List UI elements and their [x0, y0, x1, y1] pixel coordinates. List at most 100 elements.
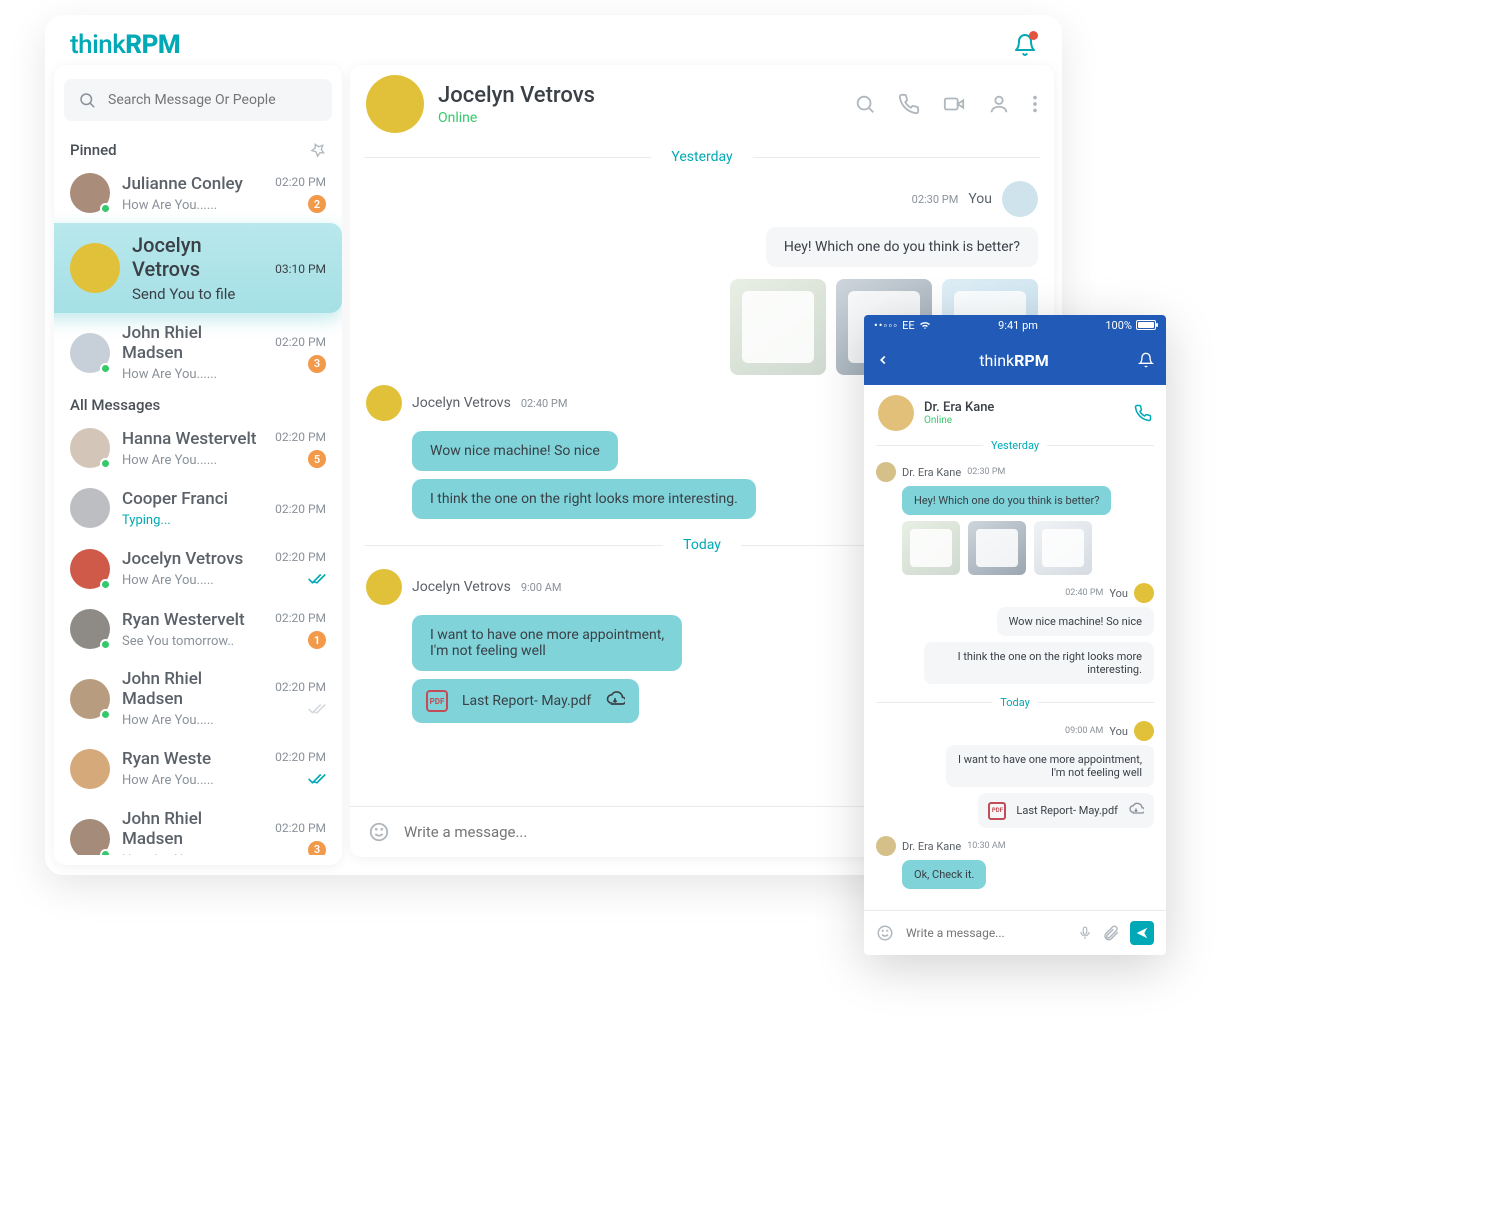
date-divider: Yesterday — [350, 143, 1054, 171]
message-bubble: I think the one on the right looks more … — [924, 642, 1154, 684]
image-attachments — [902, 521, 1154, 575]
sidebar: Pinned Julianne Conley How Are You......… — [54, 65, 342, 865]
conversation-item[interactable]: Ryan Weste How Are You..... 02:20 PM — [54, 738, 342, 799]
avatar-small — [1134, 721, 1154, 741]
mobile-contact-header: Dr. Era Kane Online — [864, 385, 1166, 435]
pinned-list: Julianne Conley How Are You...... 02:20 … — [54, 163, 342, 380]
contact-status: Online — [924, 415, 994, 426]
sender-name: Jocelyn Vetrovs — [412, 395, 511, 411]
unread-badge: 2 — [308, 195, 326, 213]
mobile-preview: ••◦◦◦ EE 9:41 pm 100% thinkRPM Dr. Era K… — [864, 315, 1166, 955]
message-bubble: I want to have one more appointment, I'm… — [412, 615, 682, 671]
profile-button[interactable] — [988, 93, 1010, 115]
avatar-small — [876, 462, 896, 482]
avatar — [70, 428, 110, 468]
notifications-button[interactable] — [1013, 33, 1037, 57]
read-check-icon — [308, 770, 326, 789]
battery-label: 100% — [1105, 319, 1132, 332]
pin-icon — [310, 142, 326, 158]
avatar-small — [1002, 181, 1038, 217]
image-thumbnail[interactable] — [902, 521, 960, 575]
image-thumbnail[interactable] — [730, 279, 826, 375]
presence-dot-icon — [100, 458, 111, 469]
chat-actions — [854, 93, 1038, 115]
voice-button[interactable] — [1078, 924, 1092, 942]
file-attachment[interactable]: PDF Last Report- May.pdf — [412, 679, 639, 723]
message-bubble: I think the one on the right looks more … — [412, 479, 756, 519]
search-input[interactable] — [106, 91, 318, 109]
read-check-icon — [308, 570, 326, 589]
search-box[interactable] — [64, 79, 332, 121]
carrier-label: EE — [902, 319, 915, 332]
sender-name: Dr. Era Kane — [902, 466, 961, 479]
attach-button[interactable] — [1102, 924, 1120, 942]
conversation-item[interactable]: John Rhiel Madsen How Are You...... 02:2… — [54, 799, 342, 855]
conversation-item[interactable]: John Rhiel Madsen How Are You...... 02:2… — [54, 313, 342, 380]
presence-dot-icon — [100, 203, 111, 214]
file-name: Last Report- May.pdf — [462, 693, 591, 709]
pdf-icon: PDF — [988, 802, 1006, 820]
mobile-message-input[interactable] — [904, 925, 1068, 941]
conversation-item-active[interactable]: Jocelyn Vetrovs Send You to file 03:10 P… — [54, 223, 342, 313]
message-bubble: I want to have one more appointment, I'm… — [946, 745, 1154, 787]
chat-contact-status: Online — [438, 110, 595, 126]
presence-dot-icon — [100, 639, 111, 650]
conversation-item[interactable]: Julianne Conley How Are You...... 02:20 … — [54, 163, 342, 223]
avatar-small — [876, 836, 896, 856]
mobile-notifications-button[interactable] — [1138, 352, 1154, 368]
presence-dot-icon — [100, 709, 111, 720]
conversation-item[interactable]: Ryan Westervelt See You tomorrow.. 02:20… — [54, 599, 342, 659]
emoji-button[interactable] — [876, 924, 894, 942]
sender-you-label: You — [1109, 587, 1128, 600]
signal-icon: ••◦◦◦ — [874, 319, 898, 332]
message-bubble: Hey! Which one do you think is better? — [766, 227, 1038, 267]
call-button[interactable] — [898, 93, 920, 115]
avatar — [70, 679, 110, 719]
back-button[interactable] — [876, 353, 890, 367]
mobile-statusbar: ••◦◦◦ EE 9:41 pm 100% — [864, 315, 1166, 335]
image-thumbnail[interactable] — [968, 521, 1026, 575]
chat-header: Jocelyn Vetrovs Online — [350, 65, 1054, 143]
conversation-item[interactable]: John Rhiel Madsen How Are You..... 02:20… — [54, 659, 342, 738]
avatar-small — [366, 569, 402, 605]
read-check-icon — [308, 700, 326, 719]
wifi-icon — [919, 320, 931, 330]
all-list: Hanna Westervelt How Are You...... 02:20… — [54, 418, 342, 855]
emoji-button[interactable] — [368, 821, 390, 843]
sender-you-label: You — [1109, 725, 1128, 738]
brand-logo: thinkRPM — [70, 30, 180, 60]
file-name: Last Report- May.pdf — [1016, 804, 1118, 817]
download-icon[interactable] — [605, 689, 625, 713]
avatar — [70, 173, 110, 213]
unread-badge: 1 — [308, 631, 326, 649]
presence-dot-icon — [100, 363, 111, 374]
conversation-item[interactable]: Hanna Westervelt How Are You...... 02:20… — [54, 418, 342, 478]
file-attachment[interactable]: PDF Last Report- May.pdf — [978, 793, 1154, 828]
presence-dot-icon — [100, 849, 111, 855]
image-thumbnail[interactable] — [1034, 521, 1092, 575]
search-button[interactable] — [854, 93, 876, 115]
avatar — [878, 395, 914, 431]
contact-name: Dr. Era Kane — [924, 400, 994, 415]
mobile-messages: Dr. Era Kane 02:30 PM Hey! Which one do … — [864, 456, 1166, 910]
sender-name: Dr. Era Kane — [902, 840, 961, 853]
search-icon — [78, 91, 96, 109]
chat-avatar — [366, 75, 424, 133]
avatar-small — [366, 385, 402, 421]
message-bubble: Hey! Which one do you think is better? — [902, 486, 1111, 515]
avatar — [70, 549, 110, 589]
video-button[interactable] — [942, 93, 966, 115]
avatar — [70, 333, 110, 373]
message-bubble: Wow nice machine! So nice — [997, 607, 1154, 636]
more-button[interactable] — [1032, 93, 1038, 115]
mobile-composer — [864, 910, 1166, 955]
chat-contact-name: Jocelyn Vetrovs — [438, 83, 595, 108]
typing-indicator: Typing... — [122, 513, 263, 528]
download-icon[interactable] — [1128, 801, 1144, 820]
status-time: 9:41 pm — [998, 319, 1038, 332]
pinned-header: Pinned — [54, 135, 342, 163]
conversation-item[interactable]: Cooper Franci Typing... 02:20 PM — [54, 478, 342, 538]
send-button[interactable] — [1130, 921, 1154, 945]
call-button[interactable] — [1134, 404, 1152, 422]
conversation-item[interactable]: Jocelyn Vetrovs How Are You..... 02:20 P… — [54, 538, 342, 599]
